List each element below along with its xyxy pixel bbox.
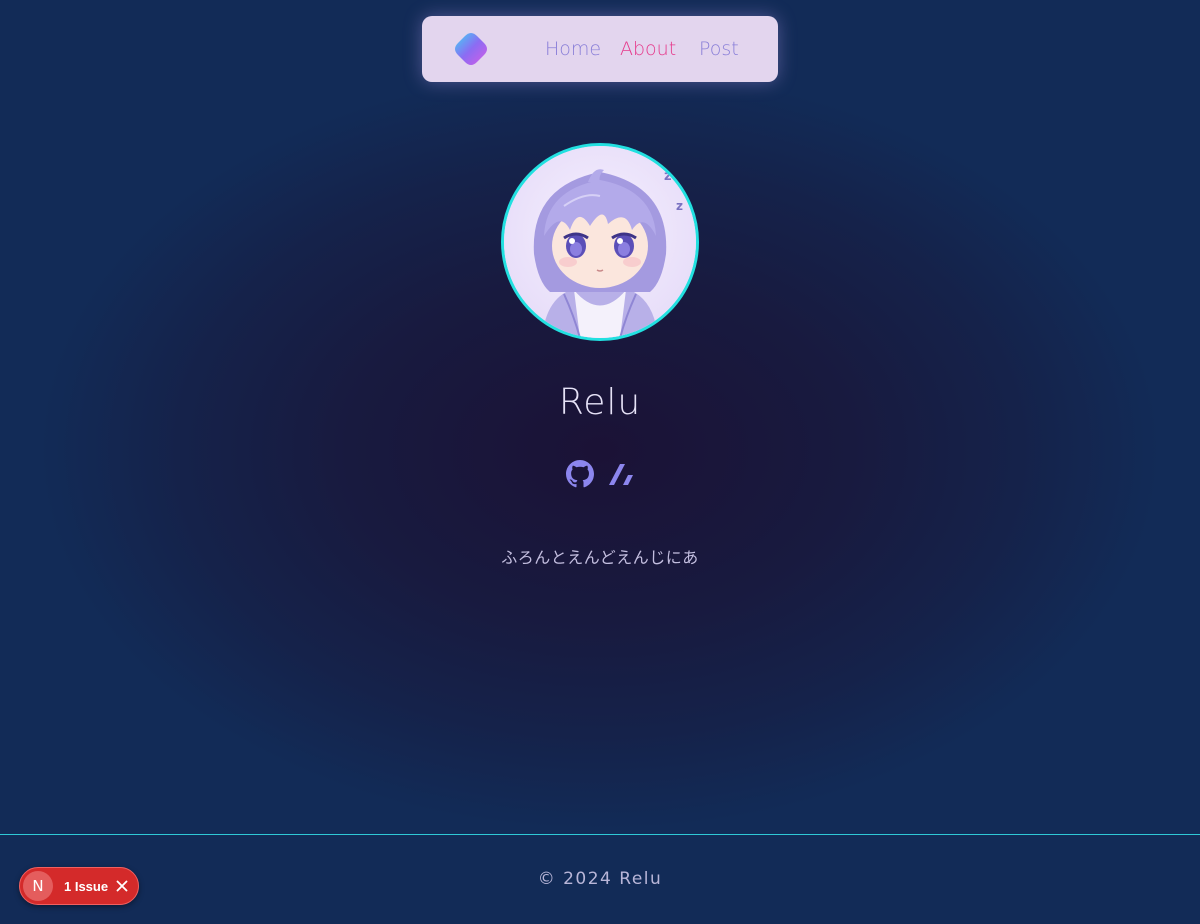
zenn-icon[interactable] [607,460,635,488]
footer-divider [0,834,1200,835]
nav-link-home[interactable]: Home [545,37,601,61]
top-navbar: Home About Post [422,16,778,82]
close-icon[interactable] [113,877,131,895]
profile-avatar: z z [501,143,699,341]
social-links [566,460,636,488]
dev-issues-indicator[interactable]: N 1 Issue [19,867,139,905]
anime-boy-avatar: z z [504,146,696,338]
issue-count-label[interactable]: 1 Issue [64,879,108,894]
nextjs-logo-icon[interactable]: N [23,871,53,901]
footer-copyright: © 2024 Relu [537,869,663,889]
profile-bio: ふろんとえんどえんじにあ [501,548,699,567]
site-logo-icon[interactable] [454,32,488,66]
svg-text:z: z [676,199,683,213]
svg-text:z: z [664,169,672,184]
nav-link-post[interactable]: Post [699,37,739,61]
nav-link-about[interactable]: About [620,37,676,61]
github-icon[interactable] [566,460,594,488]
profile-name: Relu [558,382,642,423]
